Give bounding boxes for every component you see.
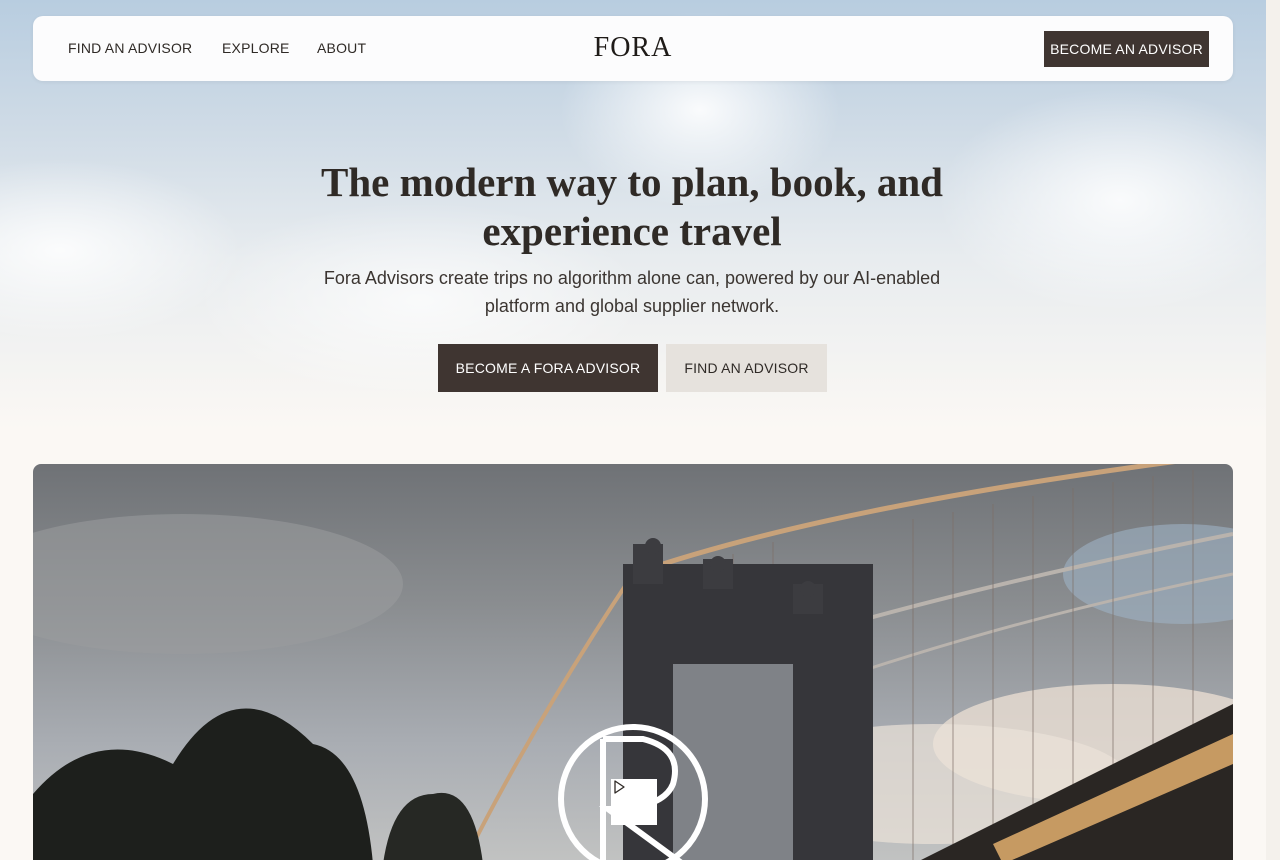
top-navigation: FIND AN ADVISOR EXPLORE ABOUT FORA BECOM…	[33, 16, 1233, 81]
play-icon[interactable]	[611, 779, 657, 825]
fora-logo[interactable]: FORA	[593, 32, 673, 64]
nav-about[interactable]: ABOUT	[317, 40, 366, 56]
become-fora-advisor-button[interactable]: BECOME A FORA ADVISOR	[438, 344, 658, 392]
become-advisor-button[interactable]: BECOME AN ADVISOR	[1044, 31, 1209, 67]
hero-video[interactable]	[33, 464, 1233, 860]
find-advisor-button[interactable]: FIND AN ADVISOR	[666, 344, 827, 392]
hero-title: The modern way to plan, book, and experi…	[321, 159, 943, 254]
play-triangle	[614, 780, 625, 794]
nav-explore[interactable]: EXPLORE	[222, 40, 290, 56]
nav-find-advisor[interactable]: FIND AN ADVISOR	[68, 40, 192, 56]
hero-subtitle: Fora Advisors create trips no algorithm …	[323, 268, 941, 316]
scrollbar-track[interactable]	[1266, 0, 1280, 860]
